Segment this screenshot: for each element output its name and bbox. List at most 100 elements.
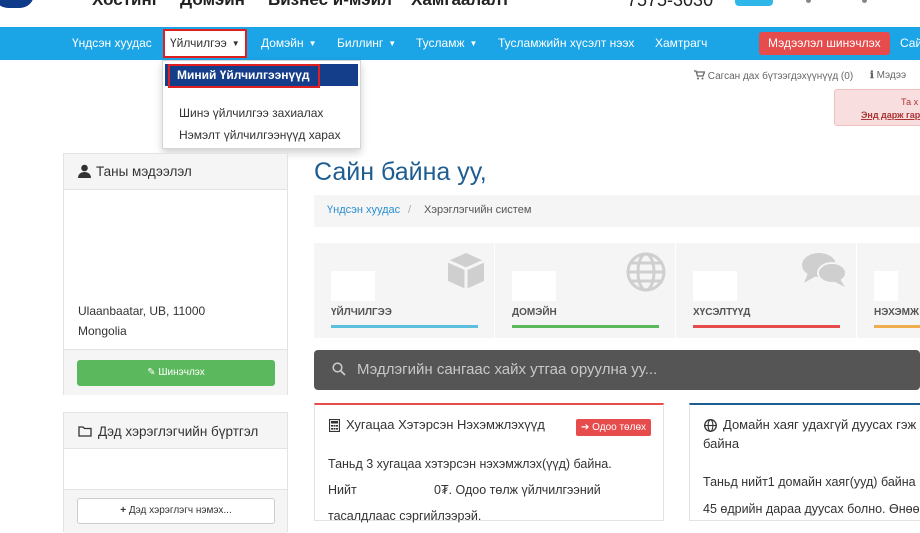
main-navbar: Үндсэн хуудас Үйлчилгээ ▼ Домэйн ▼ Биллинг… — [0, 27, 920, 60]
top-menu-domain[interactable]: Домэйн — [180, 0, 245, 10]
tile-bar — [874, 325, 920, 328]
profile-panel: Таны мэдээлэл Ulaanbaatar, UB, 11000 Mon… — [63, 153, 288, 395]
breadcrumb: Үндсэн хуудас / Хэрэглэгчийн систем — [314, 195, 920, 227]
nav-billing-label: Биллинг — [337, 36, 384, 50]
folder-icon — [78, 426, 92, 437]
breadcrumb-home[interactable]: Үндсэн хуудас — [327, 204, 400, 216]
add-contact-button[interactable]: + Дэд хэрэглэгч нэмэх... — [77, 498, 275, 524]
caret-down-icon: ▼ — [388, 39, 397, 49]
alert-box: Та х Энд дарж гар — [834, 89, 920, 126]
dropdown-order-new[interactable]: Шинэ үйлчилгээ захиалах — [179, 106, 323, 120]
tile-bar — [693, 325, 840, 328]
profile-panel-title: Таны мэдээлэл — [96, 164, 192, 179]
search-input[interactable]: Мэдлэгийн сангаас хайх утгаа оруулна уу.… — [357, 361, 657, 378]
nav-support-label: Тусламж — [416, 36, 465, 50]
nav-affiliates-label: Хамтрагч — [655, 36, 708, 50]
nav-open-ticket[interactable]: Тусламжийн хүсэлт нээх — [498, 27, 634, 60]
tile-domains[interactable]: ДОМЭЙН — [495, 243, 676, 338]
top-icon-a[interactable] — [806, 0, 811, 3]
profile-panel-header: Таны мэдээлэл — [64, 154, 287, 190]
update-info-button[interactable]: Мэдээлэл шинэчлэх — [759, 32, 890, 55]
tile-label: ҮЙЛЧИЛГЭЭ — [331, 307, 392, 318]
breadcrumb-current: Хэрэглэгчийн систем — [424, 204, 532, 216]
pay-now-label: Одоо төлөх — [592, 422, 647, 433]
nav-open-ticket-label: Тусламжийн хүсэлт нээх — [498, 36, 635, 50]
overdue-text-1: Таньд 3 хугацаа хэтэрсэн нэхэмжлэх(үүд) … — [328, 457, 612, 471]
overdue-text-3: тасалдлаас сэргийлээрэй. — [328, 509, 482, 523]
add-contact-label: Дэд хэрэглэгч нэмэх... — [128, 505, 232, 516]
overdue-invoices-title: Хугацаа Хэтэрсэн Нэхэмжлэхүүд — [346, 417, 545, 432]
dropdown-view-addons[interactable]: Нэмэлт үйлчилгээнүүд харах — [179, 128, 341, 142]
overdue-text-2b: 0₮. Одоо төлж үйлчилгээний — [434, 483, 601, 497]
expiring-domains-title-2: байна — [703, 436, 740, 451]
tile-label: НЭХЭМЖ — [874, 307, 919, 318]
address-line-1: Ulaanbaatar, UB, 11000 — [78, 304, 206, 318]
breadcrumb-separator: / — [408, 204, 412, 216]
top-icon-b[interactable] — [862, 0, 867, 3]
plus-icon: + — [120, 505, 127, 516]
nav-domain[interactable]: Домэйн ▼ — [261, 27, 317, 60]
knowledgebase-search[interactable]: Мэдлэгийн сангаас хайх утгаа оруулна уу.… — [314, 350, 920, 390]
cart-icon — [694, 70, 706, 80]
tile-label: ДОМЭЙН — [512, 307, 557, 318]
contacts-panel-title: Дэд хэрэглэгчийн бүртгэл — [98, 424, 259, 439]
nav-domain-label: Домэйн — [261, 36, 304, 50]
info-label: Мэдээ — [876, 70, 907, 81]
info-icon: ℹ — [870, 70, 874, 81]
tile-count — [331, 271, 375, 301]
tile-tickets[interactable]: ХҮСЭЛТҮҮД — [676, 243, 857, 338]
top-pill-button[interactable] — [735, 0, 773, 6]
nav-services-label: Үйлчилгээ — [170, 36, 227, 50]
caret-down-icon: ▼ — [308, 39, 317, 49]
expiring-domains-text-1: Таньд нийт1 домайн хаяг(ууд) байна — [703, 475, 916, 489]
pay-now-button[interactable]: ➔ Одоо төлөх — [576, 419, 652, 436]
cart-link[interactable]: Сагсан дах бүтээгдэхүүнүүд (0) — [694, 70, 853, 82]
nav-support[interactable]: Тусламж ▼ — [416, 27, 477, 60]
user-icon — [78, 164, 91, 178]
alert-text: Та х — [901, 97, 919, 107]
nav-home-label: Үндсэн хуудас — [72, 36, 152, 50]
cube-icon — [447, 253, 485, 289]
edit-profile-button[interactable]: ✎ Шинэчлэх — [77, 360, 275, 386]
search-icon — [332, 362, 346, 376]
globe-icon — [626, 252, 666, 292]
edit-profile-label: Шинэчлэх — [158, 367, 205, 378]
cart-label: Сагсан дах бүтээгдэхүүнүүд (0) — [707, 71, 854, 82]
top-menu-hosting[interactable]: Хостинг — [92, 0, 159, 10]
brand-logo[interactable] — [0, 0, 34, 8]
nav-cut-right[interactable]: Сай — [900, 27, 920, 60]
tile-invoices[interactable]: НЭХЭМЖ — [857, 243, 920, 338]
page-title: Сайн байна уу, — [314, 158, 487, 186]
contacts-panel-header: Дэд хэрэглэгчийн бүртгэл — [64, 413, 287, 449]
arrow-right-icon: ➔ — [581, 422, 590, 433]
tile-bar — [331, 325, 478, 328]
globe-icon — [704, 419, 717, 432]
tile-count — [693, 271, 737, 301]
nav-billing[interactable]: Биллинг ▼ — [337, 27, 396, 60]
comments-icon — [802, 253, 847, 287]
calculator-icon — [329, 419, 340, 432]
contacts-panel: Дэд хэрэглэгчийн бүртгэл + Дэд хэрэглэгч… — [63, 412, 288, 533]
address-line-2: Mongolia — [78, 324, 127, 338]
top-header: Хостинг Домэйн Бизнес и-мэйл Хамгаалалт … — [0, 0, 920, 27]
services-dropdown: Миний Үйлчилгээнүүд Шинэ үйлчилгээ захиа… — [162, 60, 361, 149]
nav-affiliates[interactable]: Хамтрагч — [655, 27, 707, 60]
expiring-domains-title-1: Домайн хаяг удахгүй дуусах гэж — [723, 417, 917, 432]
stat-tiles: ҮЙЛЧИЛГЭЭ ДОМЭЙН ХҮСЭЛТҮҮД НЭХЭМЖ — [314, 243, 920, 338]
tile-bar — [512, 325, 659, 328]
pencil-icon: ✎ — [147, 367, 156, 378]
profile-panel-footer: ✎ Шинэчлэх — [64, 349, 287, 395]
top-menu-security[interactable]: Хамгаалалт — [411, 0, 510, 10]
highlight-outline — [168, 64, 320, 88]
nav-services[interactable]: Үйлчилгээ ▼ — [163, 29, 247, 58]
expiring-domains-text-2: 45 өдрийн дараа дуусах болно. Өнөө — [703, 502, 920, 516]
overdue-text-2a: Нийт — [328, 483, 357, 497]
alert-link[interactable]: Энд дарж гар — [861, 110, 920, 120]
expiring-domains-card: Домайн хаяг удахгүй дуусах гэж байна Тан… — [689, 403, 920, 521]
top-menu-email[interactable]: Бизнес и-мэйл — [268, 0, 392, 10]
contacts-panel-footer: + Дэд хэрэглэгч нэмэх... — [64, 489, 287, 533]
info-link[interactable]: ℹ Мэдээ — [870, 70, 906, 81]
nav-home[interactable]: Үндсэн хуудас — [72, 27, 152, 60]
tile-services[interactable]: ҮЙЛЧИЛГЭЭ — [314, 243, 495, 338]
overdue-invoices-card: Хугацаа Хэтэрсэн Нэхэмжлэхүүд ➔ Одоо төл… — [314, 403, 664, 523]
